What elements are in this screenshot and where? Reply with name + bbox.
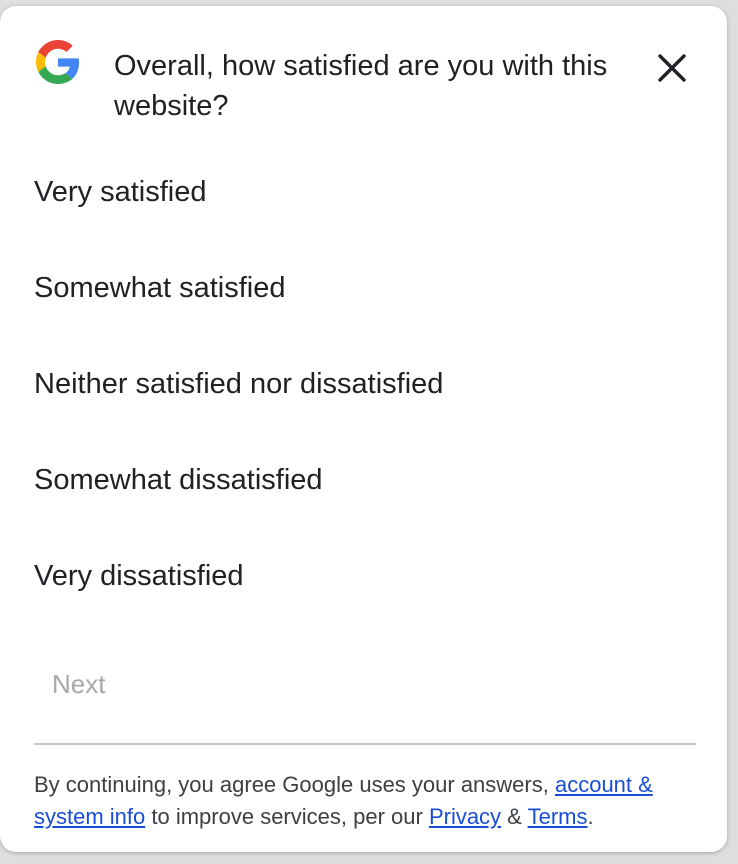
option-somewhat-satisfied[interactable]: Somewhat satisfied <box>34 262 694 358</box>
divider <box>34 743 696 745</box>
option-somewhat-dissatisfied[interactable]: Somewhat dissatisfied <box>34 454 694 550</box>
next-button[interactable]: Next <box>34 658 130 710</box>
footer-text: . <box>587 804 594 829</box>
terms-link[interactable]: Terms <box>528 804 588 829</box>
close-icon <box>658 54 686 82</box>
survey-question: Overall, how satisfied are you with this… <box>114 50 608 122</box>
consent-footer: By continuing, you agree Google uses you… <box>34 769 698 833</box>
footer-text: By continuing, you agree Google uses you… <box>34 772 555 797</box>
option-very-satisfied[interactable]: Very satisfied <box>34 166 694 262</box>
answer-options: Very satisfied Somewhat satisfied Neithe… <box>34 166 694 646</box>
footer-text: & <box>501 804 528 829</box>
option-very-dissatisfied[interactable]: Very dissatisfied <box>34 550 694 646</box>
survey-dialog: Overall, how satisfied are you with this… <box>0 6 727 852</box>
privacy-link[interactable]: Privacy <box>429 804 501 829</box>
close-button[interactable] <box>650 46 694 90</box>
google-logo-icon <box>36 40 80 84</box>
footer-text: to improve services, per our <box>145 804 429 829</box>
option-neutral[interactable]: Neither satisfied nor dissatisfied <box>34 358 694 454</box>
